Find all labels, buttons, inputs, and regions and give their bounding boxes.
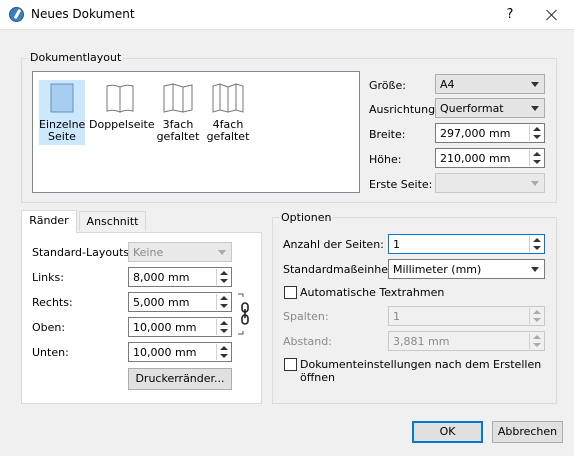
trifold-icon <box>163 83 193 113</box>
width-spinbox[interactable]: 297,000 mm <box>435 123 545 143</box>
layout-trifold[interactable]: 3fach gefaltet <box>155 80 201 145</box>
layout-selector: Einzelne Seite Doppelseite 3fach gefaltet … <box>32 71 360 193</box>
spin-arrows-icon[interactable] <box>529 125 543 141</box>
spin-arrows-icon[interactable] <box>529 308 543 324</box>
default-unit-select[interactable]: Millimeter (mm) <box>388 259 545 279</box>
layout-trifold-line2: gefaltet <box>156 130 200 143</box>
tab-bleed[interactable]: Anschnitt <box>79 211 146 231</box>
quadfold-icon <box>212 83 244 113</box>
link-chain-icon[interactable] <box>236 293 254 335</box>
right-margin-spinbox[interactable]: 5,000 mm <box>128 292 232 312</box>
height-label: Höhe: <box>369 153 402 166</box>
tab-margins[interactable]: Ränder <box>21 210 77 233</box>
spin-arrows-icon[interactable] <box>529 150 543 166</box>
options-title: Optionen <box>279 211 334 224</box>
size-value: A4 <box>440 78 455 91</box>
chevron-down-icon <box>531 267 539 272</box>
single-page-icon <box>50 83 74 113</box>
width-label: Breite: <box>369 128 406 141</box>
spin-arrows-icon[interactable] <box>529 236 543 252</box>
default-unit-value: Millimeter (mm) <box>393 263 482 276</box>
spin-arrows-icon[interactable] <box>216 294 230 310</box>
chevron-down-icon <box>218 250 226 255</box>
layout-quadfold[interactable]: 4fach gefaltet <box>204 80 252 145</box>
open-settings-label: Dokumenteinstellungen nach dem Erstellen… <box>300 358 542 384</box>
top-margin-value: 10,000 mm <box>133 321 197 334</box>
left-margin-value: 8,000 mm <box>133 271 190 284</box>
top-margin-spinbox[interactable]: 10,000 mm <box>128 317 232 337</box>
help-button[interactable]: ? <box>498 4 522 26</box>
columns-spinbox[interactable]: 1 <box>388 306 545 326</box>
bottom-margin-label: Unten: <box>32 346 69 359</box>
height-spinbox[interactable]: 210,000 mm <box>435 148 545 168</box>
width-value: 297,000 mm <box>440 127 511 140</box>
top-margin-label: Oben: <box>32 321 66 334</box>
facing-pages-icon <box>106 84 134 113</box>
close-icon[interactable] <box>538 3 566 27</box>
window-title: Neues Dokument <box>31 7 135 21</box>
spin-arrows-icon[interactable] <box>216 344 230 360</box>
auto-text-frames-checkbox[interactable] <box>284 286 297 299</box>
cancel-button[interactable]: Abbrechen <box>492 421 563 443</box>
layout-quadfold-line2: gefaltet <box>206 130 250 143</box>
first-page-label: Erste Seite: <box>369 178 433 191</box>
chevron-down-icon <box>531 106 539 111</box>
spin-arrows-icon[interactable] <box>529 333 543 349</box>
gap-label: Abstand: <box>283 335 332 348</box>
first-page-select[interactable] <box>435 173 545 193</box>
title-bar: Neues Dokument ? <box>0 0 574 30</box>
left-margin-spinbox[interactable]: 8,000 mm <box>128 267 232 287</box>
orientation-label: Ausrichtung: <box>369 103 439 116</box>
gap-spinbox[interactable]: 3,881 mm <box>388 331 545 351</box>
orientation-select[interactable]: Querformat <box>435 98 545 118</box>
page-count-spinbox[interactable]: 1 <box>388 234 545 254</box>
left-margin-label: Links: <box>32 271 64 284</box>
chevron-down-icon <box>531 82 539 87</box>
columns-label: Spalten: <box>283 310 329 323</box>
bottom-margin-spinbox[interactable]: 10,000 mm <box>128 342 232 362</box>
standard-layouts-value: Keine <box>133 246 164 259</box>
bottom-margin-value: 10,000 mm <box>133 346 197 359</box>
ok-button[interactable]: OK <box>412 421 483 443</box>
size-select[interactable]: A4 <box>435 74 545 94</box>
spin-arrows-icon[interactable] <box>216 269 230 285</box>
standard-layouts-label: Standard-Layouts: <box>32 246 133 259</box>
layout-single-page[interactable]: Einzelne Seite <box>39 80 85 145</box>
standard-layouts-select[interactable]: Keine <box>128 242 232 262</box>
page-count-label: Anzahl der Seiten: <box>283 238 384 251</box>
layout-facing-label: Doppelseite <box>89 118 155 131</box>
default-unit-label: Standardmaßeinheit: <box>283 263 400 276</box>
orientation-value: Querformat <box>440 102 504 115</box>
layout-facing-pages[interactable]: Doppelseite <box>89 80 155 145</box>
document-layout-title: Dokumentlayout <box>28 51 124 64</box>
size-label: Größe: <box>369 79 406 92</box>
gap-value: 3,881 mm <box>393 335 450 348</box>
printer-margins-button[interactable]: Druckerränder... <box>128 368 232 390</box>
app-logo-icon <box>9 7 24 22</box>
chevron-down-icon <box>531 181 539 186</box>
open-settings-checkbox[interactable] <box>284 358 297 371</box>
page-count-value: 1 <box>393 238 400 251</box>
auto-text-frames-label: Automatische Textrahmen <box>300 286 445 299</box>
layout-single-line2: Seite <box>48 130 76 143</box>
height-value: 210,000 mm <box>440 152 511 165</box>
columns-value: 1 <box>393 310 400 323</box>
right-margin-label: Rechts: <box>32 296 73 309</box>
spin-arrows-icon[interactable] <box>216 319 230 335</box>
right-margin-value: 5,000 mm <box>133 296 190 309</box>
